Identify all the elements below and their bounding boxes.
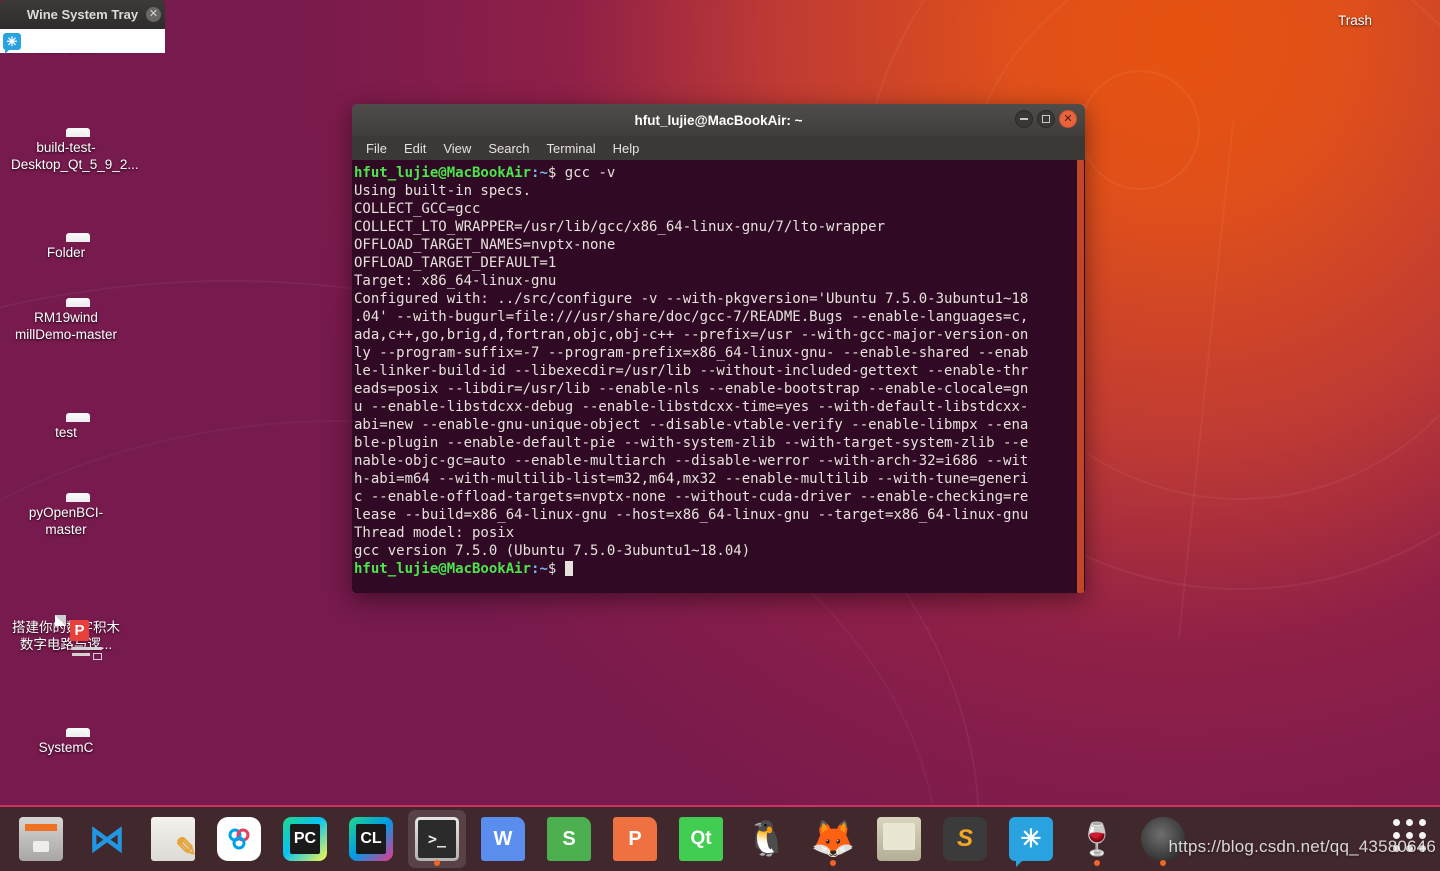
- wps-spreadsheets-icon: S: [547, 817, 591, 861]
- desktop-icon-3[interactable]: RM19wind millDemo-master: [11, 305, 121, 343]
- terminal-icon: >_: [415, 817, 459, 861]
- terminal-body[interactable]: hfut_lujie@MacBookAir:~$ gcc -v Using bui…: [352, 160, 1085, 593]
- taskbar-item-wps-presentation[interactable]: P: [606, 810, 664, 868]
- minimize-icon[interactable]: [1015, 110, 1033, 128]
- menu-item-file[interactable]: File: [366, 141, 387, 156]
- watermark: https://blog.csdn.net/qq_43580646: [1168, 837, 1436, 856]
- desktop-icon-2[interactable]: Folder: [11, 240, 121, 261]
- terminal-menubar[interactable]: File Edit View Search Terminal Help: [352, 136, 1085, 160]
- taskbar[interactable]: ⋈PCCL>_WSPQt🐧🦊S✳🍷 https://blog.csdn.net/…: [0, 805, 1440, 871]
- desktop-icon-5[interactable]: pyOpenBCI-master: [11, 500, 121, 538]
- taskbar-item-firefox[interactable]: 🦊: [804, 810, 862, 868]
- desktop[interactable]: build-RM19wind millDem...build-test-Desk…: [0, 0, 1440, 871]
- display-icon: [877, 817, 921, 861]
- taskbar-item-pycharm[interactable]: PC: [276, 810, 334, 868]
- taskbar-item-wine[interactable]: 🍷: [1068, 810, 1126, 868]
- desktop-icon-4[interactable]: test: [11, 420, 121, 441]
- wps-presentation-icon: P: [613, 817, 657, 861]
- desktop-icon-label: build-test-Desktop_Qt_5_9_2...: [11, 140, 139, 172]
- running-indicator: [1094, 860, 1100, 866]
- wine-tray-titlebar[interactable]: Wine System Tray ✕: [0, 0, 165, 29]
- terminal-window[interactable]: hfut_lujie@MacBookAir: ~ ✕ File Edit View S…: [352, 104, 1085, 593]
- firefox-icon: 🦊: [810, 818, 856, 859]
- pycharm-icon: PC: [283, 817, 327, 861]
- qq-penguin-icon: 🐧: [745, 820, 789, 858]
- taskbar-item-sublime-text[interactable]: S: [936, 810, 994, 868]
- terminal-title: hfut_lujie@MacBookAir: ~: [634, 112, 803, 128]
- taskbar-items: ⋈PCCL>_WSPQt🐧🦊S✳🍷: [8, 810, 1196, 868]
- scrollbar-thumb[interactable]: [1077, 160, 1084, 593]
- taskbar-item-terminal[interactable]: >_: [408, 810, 466, 868]
- menu-item-help[interactable]: Help: [613, 141, 640, 156]
- taskbar-item-qt-creator[interactable]: Qt: [672, 810, 730, 868]
- chat-bubble-icon: ✳: [1009, 817, 1053, 867]
- window-controls: ✕: [1015, 110, 1077, 128]
- desktop-icon-label: pyOpenBCI-master: [28, 505, 104, 537]
- wps-writer-icon: W: [481, 817, 525, 861]
- desktop-icon-7[interactable]: SystemC: [11, 735, 121, 756]
- taskbar-item-clion[interactable]: CL: [342, 810, 400, 868]
- qt-creator-icon: Qt: [679, 817, 723, 861]
- wine-tray-strip[interactable]: ✳: [0, 29, 165, 54]
- menu-item-edit[interactable]: Edit: [404, 141, 426, 156]
- desktop-icon-label: Trash: [1337, 13, 1372, 28]
- close-icon[interactable]: ✕: [146, 7, 161, 22]
- text-editor-icon: [151, 817, 197, 863]
- desktop-icon-6[interactable]: P 搭建你的数字积木 数字电路与逻...: [11, 615, 121, 660]
- running-indicator: [830, 860, 836, 866]
- baidu-netdisk-icon: [217, 817, 261, 861]
- menu-item-view[interactable]: View: [443, 141, 471, 156]
- desktop-icon-label: Folder: [46, 245, 86, 260]
- close-icon[interactable]: ✕: [1059, 110, 1077, 128]
- taskbar-item-wps-writer[interactable]: W: [474, 810, 532, 868]
- terminal-scrollbar[interactable]: [1076, 160, 1085, 593]
- terminal-titlebar[interactable]: hfut_lujie@MacBookAir: ~ ✕: [352, 104, 1085, 136]
- taskbar-item-files[interactable]: [12, 810, 70, 868]
- wine-system-tray-window[interactable]: Wine System Tray ✕ ✳: [0, 0, 165, 54]
- desktop-icon-trash[interactable]: Trash: [1300, 8, 1410, 29]
- taskbar-item-text-editor[interactable]: [144, 810, 202, 868]
- vscode-icon: ⋈: [89, 818, 125, 859]
- taskbar-item-display[interactable]: [870, 810, 928, 868]
- desktop-icon-label: SystemC: [38, 740, 94, 755]
- wallpaper-arc-3: [1080, 70, 1200, 190]
- menu-item-search[interactable]: Search: [488, 141, 529, 156]
- wine-glass-icon: 🍷: [1077, 821, 1117, 857]
- clion-icon: CL: [349, 817, 393, 861]
- desktop-icon-label: 搭建你的数字积木 数字电路与逻...: [12, 620, 120, 652]
- running-indicator: [1160, 860, 1166, 866]
- running-indicator: [434, 860, 440, 866]
- desktop-icon-label: RM19wind millDemo-master: [14, 310, 117, 342]
- taskbar-item-baidu-netdisk[interactable]: [210, 810, 268, 868]
- terminal-output: hfut_lujie@MacBookAir:~$ gcc -v Using bui…: [354, 165, 1029, 577]
- files-icon: [19, 817, 63, 861]
- taskbar-item-chat-app[interactable]: ✳: [1002, 810, 1060, 868]
- taskbar-item-vscode[interactable]: ⋈: [78, 810, 136, 868]
- desktop-icon-1[interactable]: build-test-Desktop_Qt_5_9_2...: [11, 135, 139, 173]
- menu-item-terminal[interactable]: Terminal: [547, 141, 596, 156]
- taskbar-item-wps-spreadsheets[interactable]: S: [540, 810, 598, 868]
- maximize-icon[interactable]: [1037, 110, 1055, 128]
- taskbar-item-qq[interactable]: 🐧: [738, 810, 796, 868]
- desktop-icon-label: test: [55, 425, 77, 440]
- chat-bubble-icon[interactable]: ✳: [3, 32, 21, 54]
- wine-tray-title: Wine System Tray: [26, 7, 139, 22]
- sublime-text-icon: S: [943, 817, 987, 861]
